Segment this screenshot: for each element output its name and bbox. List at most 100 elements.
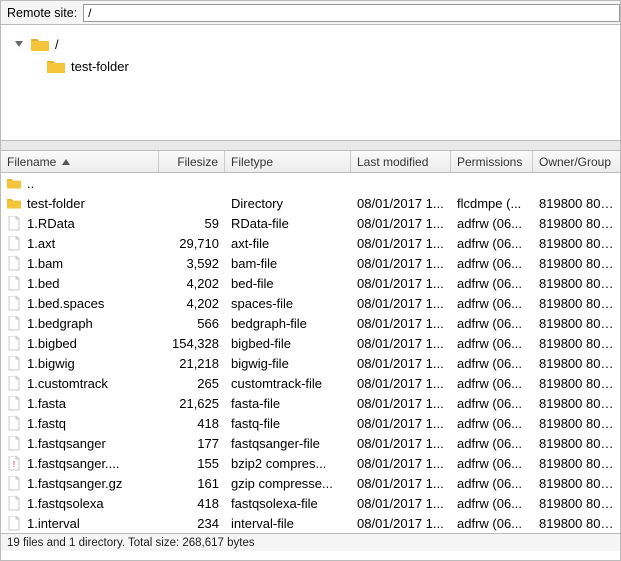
permissions: adfrw (06... (451, 396, 533, 411)
owner-group: 819800 803372 (533, 496, 620, 511)
table-row[interactable]: .. (1, 173, 620, 193)
file-size: 4,202 (159, 276, 225, 291)
column-header-last-modified[interactable]: Last modified (351, 151, 451, 172)
file-type: fastq-file (225, 416, 351, 431)
file-type: bedgraph-file (225, 316, 351, 331)
owner-group: 819800 803372 (533, 196, 620, 211)
file-size: 161 (159, 476, 225, 491)
directory-tree-pane[interactable]: / test-folder (1, 25, 620, 141)
table-row[interactable]: 1.interval234interval-file08/01/2017 1..… (1, 513, 620, 533)
file-size: 265 (159, 376, 225, 391)
column-header-filesize[interactable]: Filesize (159, 151, 225, 172)
folder-icon (47, 59, 65, 73)
table-row[interactable]: 1.axt29,710axt-file08/01/2017 1...adfrw … (1, 233, 620, 253)
status-text: 19 files and 1 directory. Total size: 26… (7, 537, 255, 549)
file-name: 1.bed (27, 276, 60, 291)
file-size: 21,625 (159, 396, 225, 411)
pane-divider[interactable] (1, 141, 620, 151)
permissions: adfrw (06... (451, 376, 533, 391)
disclosure-triangle-icon[interactable] (15, 41, 23, 47)
file-type: bigbed-file (225, 336, 351, 351)
table-row[interactable]: 1.fastqsanger.gz 161gzip compresse...08/0… (1, 473, 620, 493)
file-size: 29,710 (159, 236, 225, 251)
table-row[interactable]: 1.bed.spaces4,202spaces-file08/01/2017 1… (1, 293, 620, 313)
file-icon (7, 475, 21, 491)
column-header-owner-group[interactable]: Owner/Group (533, 151, 620, 172)
table-row[interactable]: 1.fastq418fastq-file08/01/2017 1...adfrw… (1, 413, 620, 433)
last-modified: 08/01/2017 1... (351, 436, 451, 451)
last-modified: 08/01/2017 1... (351, 356, 451, 371)
file-icon (7, 275, 21, 291)
file-icon (7, 355, 21, 371)
remote-site-input[interactable] (83, 4, 620, 22)
table-row[interactable]: 1.bigwig21,218bigwig-file08/01/2017 1...… (1, 353, 620, 373)
file-icon (7, 215, 21, 231)
remote-site-label: Remote site: (7, 6, 77, 20)
file-size: 21,218 (159, 356, 225, 371)
table-row[interactable]: 1.bedgraph566bedgraph-file08/01/2017 1..… (1, 313, 620, 333)
remote-site-bar: Remote site: (1, 1, 620, 25)
file-list-body[interactable]: ..test-folderDirectory08/01/2017 1...flc… (1, 173, 620, 533)
file-name: 1.fasta (27, 396, 66, 411)
file-type: fastqsolexa-file (225, 496, 351, 511)
file-icon (7, 335, 21, 351)
column-header-permissions[interactable]: Permissions (451, 151, 533, 172)
file-name: 1.fastqsanger.gz (27, 476, 122, 491)
file-icon (7, 235, 21, 251)
last-modified: 08/01/2017 1... (351, 476, 451, 491)
owner-group: 819800 803372 (533, 476, 620, 491)
file-icon (7, 515, 21, 531)
owner-group: 819800 803372 (533, 316, 620, 331)
file-size: 59 (159, 216, 225, 231)
tree-child-row[interactable]: test-folder (15, 55, 620, 77)
table-row[interactable]: test-folderDirectory08/01/2017 1...flcdm… (1, 193, 620, 213)
status-bar: 19 files and 1 directory. Total size: 26… (1, 533, 620, 551)
file-type: fastqsanger-file (225, 436, 351, 451)
owner-group: 819800 803372 (533, 276, 620, 291)
permissions: adfrw (06... (451, 416, 533, 431)
file-type: gzip compresse... (225, 476, 351, 491)
file-size: 418 (159, 496, 225, 511)
permissions: adfrw (06... (451, 316, 533, 331)
last-modified: 08/01/2017 1... (351, 316, 451, 331)
table-row[interactable]: 1.RData59RData-file08/01/2017 1...adfrw … (1, 213, 620, 233)
permissions: adfrw (06... (451, 336, 533, 351)
file-icon (7, 255, 21, 271)
column-header-filename[interactable]: Filename (1, 151, 159, 172)
last-modified: 08/01/2017 1... (351, 336, 451, 351)
file-name: 1.fastqsolexa (27, 496, 104, 511)
table-row[interactable]: 1.customtrack265customtrack-file08/01/20… (1, 373, 620, 393)
file-size: 234 (159, 516, 225, 531)
table-row[interactable]: 1.fastqsolexa418fastqsolexa-file08/01/20… (1, 493, 620, 513)
column-label: Filename (7, 155, 56, 169)
column-label: Filetype (231, 155, 273, 169)
owner-group: 819800 803372 (533, 296, 620, 311)
permissions: adfrw (06... (451, 216, 533, 231)
owner-group: 819800 803372 (533, 416, 620, 431)
last-modified: 08/01/2017 1... (351, 236, 451, 251)
file-name: 1.interval (27, 516, 80, 531)
file-icon (7, 315, 21, 331)
last-modified: 08/01/2017 1... (351, 216, 451, 231)
file-name: 1.customtrack (27, 376, 108, 391)
file-size: 4,202 (159, 296, 225, 311)
file-name: test-folder (27, 196, 85, 211)
table-row[interactable]: 1.fastqsanger177fastqsanger-file08/01/20… (1, 433, 620, 453)
file-size: 155 (159, 456, 225, 471)
permissions: adfrw (06... (451, 236, 533, 251)
last-modified: 08/01/2017 1... (351, 296, 451, 311)
file-type: bed-file (225, 276, 351, 291)
table-row[interactable]: 1.bam3,592bam-file08/01/2017 1...adfrw (… (1, 253, 620, 273)
folder-icon (7, 175, 21, 191)
file-icon (7, 295, 21, 311)
table-row[interactable]: 1.fasta21,625fasta-file08/01/2017 1...ad… (1, 393, 620, 413)
tree-root-row[interactable]: / (15, 33, 620, 55)
file-size: 154,328 (159, 336, 225, 351)
table-row[interactable]: 1.bigbed154,328bigbed-file08/01/2017 1..… (1, 333, 620, 353)
table-row[interactable]: !1.fastqsanger....155bzip2 compres...08/… (1, 453, 620, 473)
table-row[interactable]: 1.bed4,202bed-file08/01/2017 1...adfrw (… (1, 273, 620, 293)
file-type: Directory (225, 196, 351, 211)
column-header-filetype[interactable]: Filetype (225, 151, 351, 172)
file-size: 418 (159, 416, 225, 431)
permissions: adfrw (06... (451, 456, 533, 471)
